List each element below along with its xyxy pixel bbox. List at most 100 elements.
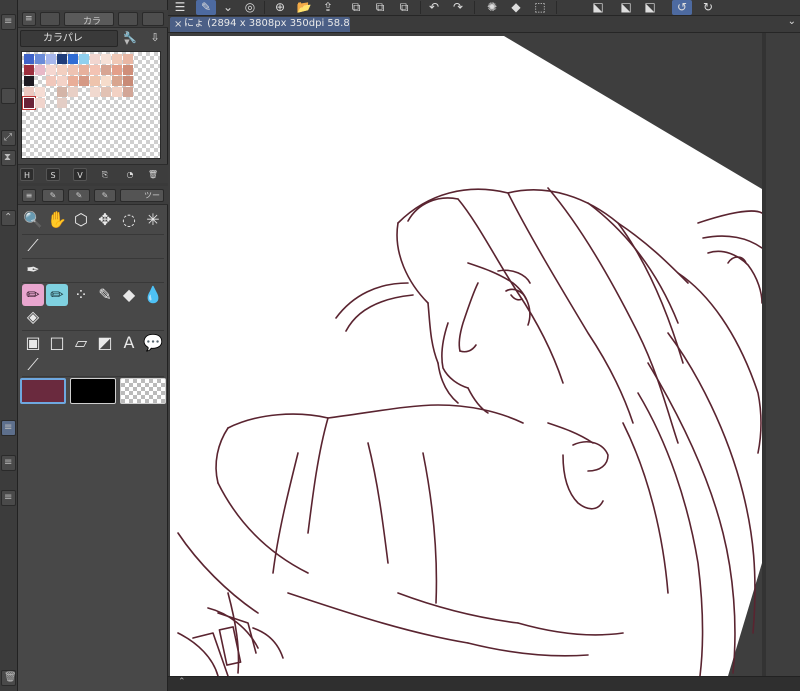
- layer-props-button-2[interactable]: ≡: [1, 490, 16, 506]
- wrench-icon[interactable]: 🔧: [123, 31, 137, 45]
- transform-icon[interactable]: ⬕: [588, 0, 608, 15]
- color-swatch[interactable]: [90, 65, 100, 75]
- color-set-tab[interactable]: カラ: [64, 12, 114, 27]
- move-icon[interactable]: ✥: [94, 209, 116, 231]
- color-swatch[interactable]: [101, 87, 111, 97]
- text-icon[interactable]: A: [118, 332, 140, 354]
- frame-icon[interactable]: ▱: [70, 332, 92, 354]
- canvas-area[interactable]: [168, 33, 800, 676]
- subtool-tab-3[interactable]: ✎: [94, 189, 116, 202]
- color-swatch[interactable]: [46, 65, 56, 75]
- layer-menu-button[interactable]: ≡: [1, 14, 16, 30]
- copy-icon[interactable]: ⧉: [346, 0, 366, 15]
- lasso-icon[interactable]: ◌: [118, 209, 140, 231]
- save-icon[interactable]: ⇪: [318, 0, 338, 15]
- color-swatch[interactable]: [90, 76, 100, 86]
- paste-icon[interactable]: ⧉: [370, 0, 390, 15]
- balloon-icon[interactable]: 💬: [142, 332, 164, 354]
- color-swatch[interactable]: [101, 54, 111, 64]
- color-swatch[interactable]: [35, 87, 45, 97]
- object-select-icon[interactable]: ⬡: [70, 209, 92, 231]
- color-swatch[interactable]: [35, 65, 45, 75]
- chevron-down-icon[interactable]: ⌄: [788, 16, 796, 27]
- transparent-color-chip[interactable]: [120, 378, 166, 404]
- color-swatch[interactable]: [24, 54, 34, 64]
- color-swatch[interactable]: [57, 76, 67, 86]
- open-folder-icon[interactable]: 📂: [294, 0, 314, 15]
- color-swatch[interactable]: [57, 65, 67, 75]
- color-swatch[interactable]: [23, 97, 35, 109]
- loading-icon[interactable]: ✺: [482, 0, 502, 15]
- main-color-chip[interactable]: [20, 378, 66, 404]
- panel-menu-button[interactable]: ≡: [22, 12, 36, 26]
- record-icon[interactable]: ◎: [240, 0, 260, 15]
- color-wheel-tab[interactable]: [40, 12, 60, 26]
- color-swatch[interactable]: [57, 98, 67, 108]
- undo-icon[interactable]: ↶: [424, 0, 444, 15]
- hide-icon[interactable]: ⬕: [616, 0, 636, 15]
- menu-icon[interactable]: ☰: [170, 0, 190, 15]
- subtool-tab-2[interactable]: ✎: [68, 189, 90, 202]
- palette-select[interactable]: カラパレ: [20, 30, 118, 47]
- color-swatch[interactable]: [46, 76, 56, 86]
- new-file-icon[interactable]: ⊕: [270, 0, 290, 15]
- color-swatch[interactable]: [123, 54, 133, 64]
- flip-button[interactable]: ⧗: [1, 150, 16, 166]
- fill-icon[interactable]: ◈: [22, 306, 44, 328]
- color-swatch[interactable]: [24, 87, 34, 97]
- duplicate-icon[interactable]: ⧉: [394, 0, 414, 15]
- swatch-grid[interactable]: [21, 51, 161, 159]
- color-swatch[interactable]: [101, 65, 111, 75]
- color-swatch[interactable]: [68, 76, 78, 86]
- magic-wand-icon[interactable]: ✳: [142, 209, 164, 231]
- navigator-button[interactable]: ⤢: [1, 130, 16, 146]
- color-swatch[interactable]: [90, 87, 100, 97]
- color-swatch[interactable]: [112, 65, 122, 75]
- color-swatch[interactable]: [68, 87, 78, 97]
- sub-color-chip[interactable]: [70, 378, 116, 404]
- intermediate-color-tab[interactable]: [142, 12, 164, 26]
- color-swatch[interactable]: [112, 87, 122, 97]
- color-swatch[interactable]: [57, 54, 67, 64]
- gradient-icon[interactable]: ▣: [22, 332, 44, 354]
- history-tab[interactable]: [118, 12, 138, 26]
- color-swatch[interactable]: [90, 54, 100, 64]
- fill-icon[interactable]: ◆: [506, 0, 526, 15]
- pen-icon[interactable]: ✒: [22, 259, 44, 281]
- rotate-left-icon[interactable]: ↺: [672, 0, 692, 15]
- tool-tab[interactable]: ツー: [120, 189, 164, 202]
- canvas-vertical-scrollbar[interactable]: [762, 33, 766, 676]
- hand-icon[interactable]: ✋: [46, 209, 68, 231]
- decoration-icon[interactable]: ✎: [94, 284, 116, 306]
- shape-icon[interactable]: □: [46, 332, 68, 354]
- trash-icon[interactable]: 🗑: [146, 168, 160, 181]
- eraser-icon[interactable]: ◆: [118, 284, 140, 306]
- subtool-tab-1[interactable]: ✎: [42, 189, 64, 202]
- chevron-up-icon[interactable]: ⌃: [178, 677, 186, 687]
- layer-props-button[interactable]: ≡: [1, 455, 16, 471]
- hsv-s-button[interactable]: S: [46, 168, 60, 181]
- color-swatch[interactable]: [68, 54, 78, 64]
- redo-icon[interactable]: ↷: [448, 0, 468, 15]
- rotate-right-icon[interactable]: ↻: [698, 0, 718, 15]
- hsv-h-button[interactable]: H: [20, 168, 34, 181]
- color-swatch[interactable]: [101, 76, 111, 86]
- color-swatch[interactable]: [112, 76, 122, 86]
- close-icon[interactable]: ×: [174, 18, 182, 32]
- chevron-down-icon[interactable]: ⌄: [218, 0, 238, 15]
- color-swatch[interactable]: [123, 65, 133, 75]
- color-swatch[interactable]: [79, 54, 89, 64]
- color-swatch[interactable]: [79, 76, 89, 86]
- document-tab[interactable]: × にょ (2894 x 3808px 350dpi 58.8%): [170, 17, 350, 32]
- color-swatch[interactable]: [123, 87, 133, 97]
- color-swatch[interactable]: [79, 65, 89, 75]
- layer-list-button[interactable]: ≡: [1, 420, 16, 436]
- color-swatch[interactable]: [68, 65, 78, 75]
- color-swatch[interactable]: [112, 54, 122, 64]
- brush-icon[interactable]: ✏: [46, 284, 68, 306]
- color-swatch[interactable]: [57, 87, 67, 97]
- import-icon[interactable]: ⇩: [148, 31, 162, 45]
- layer-toggle-button[interactable]: [1, 88, 16, 104]
- hsv-v-button[interactable]: V: [73, 168, 87, 181]
- color-swatch[interactable]: [46, 54, 56, 64]
